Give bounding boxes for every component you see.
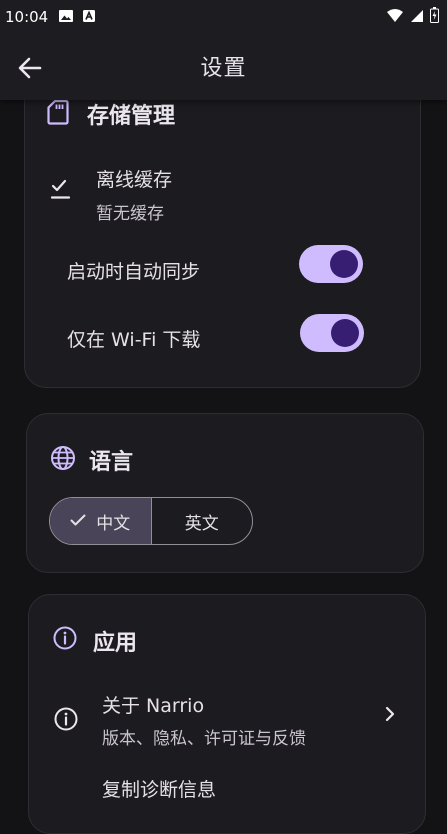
battery-icon: [430, 7, 439, 27]
chevron-right-icon: [384, 705, 396, 727]
toggle-knob: [330, 250, 358, 278]
about-title: 关于 Narrio: [102, 695, 205, 717]
status-time: 10:04: [5, 8, 49, 26]
storage-section-title: 存储管理: [87, 104, 176, 129]
app-section-title: 应用: [93, 631, 138, 656]
gallery-notification-icon: [58, 8, 74, 27]
language-card: 语言 中文 英文: [26, 413, 424, 573]
language-option-label: 中文: [96, 513, 131, 534]
language-option-english[interactable]: 英文: [152, 498, 253, 544]
wifi-only-toggle[interactable]: [300, 314, 364, 352]
language-option-chinese[interactable]: 中文: [50, 498, 152, 544]
offline-cache-title: 离线缓存: [96, 169, 173, 191]
globe-icon: [50, 445, 76, 475]
toggle-knob: [331, 319, 359, 347]
info-icon: [54, 707, 78, 735]
language-option-label: 英文: [184, 513, 219, 534]
status-bar: 10:04: [0, 0, 447, 34]
sd-card-icon: [47, 99, 69, 129]
wifi-icon: [386, 8, 404, 27]
about-subtitle: 版本、隐私、许可证与反馈: [102, 729, 306, 749]
offline-cache-subtitle: 暂无缓存: [96, 204, 164, 224]
language-selector: 中文 英文: [49, 497, 253, 545]
app-bar: 设置: [0, 34, 447, 100]
language-section-title: 语言: [89, 450, 134, 475]
copy-diagnostics-title[interactable]: 复制诊断信息: [102, 775, 216, 802]
page-title: 设置: [200, 56, 247, 81]
auto-sync-toggle[interactable]: [299, 245, 363, 283]
signal-icon: [410, 8, 424, 27]
app-notification-icon: [82, 8, 96, 27]
check-icon: [70, 511, 86, 531]
auto-sync-label: 启动时自动同步: [67, 261, 201, 283]
checklist-icon: [50, 179, 71, 205]
storage-card: 存储管理 离线缓存 暂无缓存 启动时自动同步 仅在 Wi-Fi 下载: [24, 60, 421, 388]
app-card: 应用 关于 Narrio 版本、隐私、许可证与反馈 复制诊断信息: [28, 594, 426, 834]
info-icon: [53, 626, 77, 654]
wifi-only-label: 仅在 Wi-Fi 下载: [67, 329, 201, 351]
